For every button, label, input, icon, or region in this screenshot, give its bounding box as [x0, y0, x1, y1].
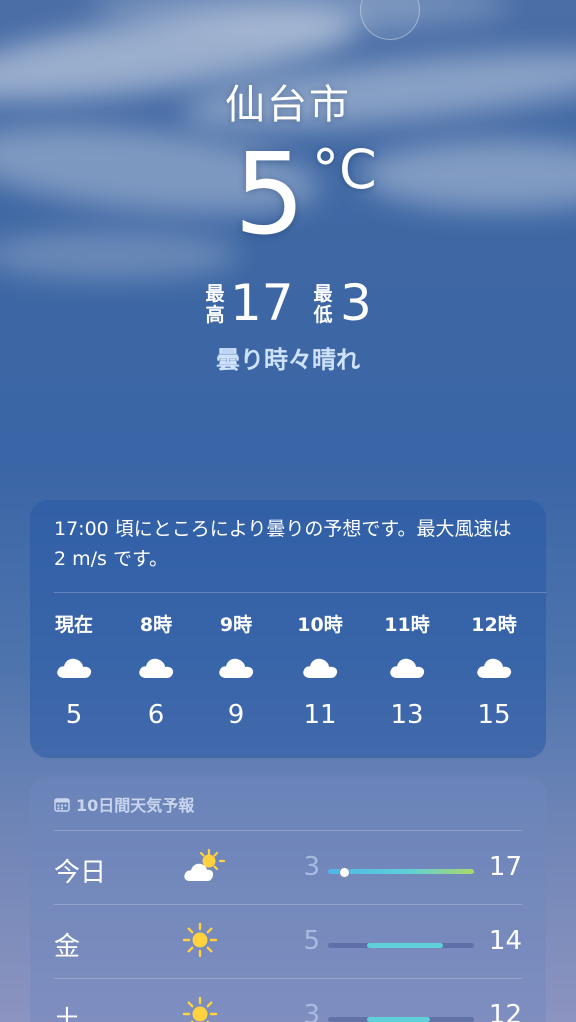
temperature-range-bar [328, 1017, 474, 1022]
forecast-summary: 17:00 頃にところにより曇りの予想です。最大風速は 2 m/s です。 [54, 518, 512, 570]
current-temperature: 5 [234, 130, 306, 260]
calendar-icon [54, 797, 70, 816]
divider [54, 592, 546, 593]
day-low-temperature: 3 [303, 852, 320, 882]
cloud-icon [280, 654, 360, 688]
low-label: 最低 [313, 283, 333, 326]
hourly-time-label: 現在 [54, 614, 93, 636]
day-name: 金 [54, 932, 81, 962]
hourly-time-label: 9時 [219, 614, 253, 636]
weather-condition: 曇り時々晴れ [216, 346, 360, 374]
day-low-temperature: 5 [303, 926, 320, 956]
hourly-temperature: 5 [65, 700, 83, 730]
hourly-temperature: 9 [227, 700, 245, 730]
daily-row[interactable]: 土 3 12 [30, 978, 546, 1022]
current-weather-header: 仙台市 [0, 72, 576, 130]
day-low-temperature: 3 [303, 1000, 320, 1022]
day-high-temperature: 12 [488, 1000, 522, 1022]
temperature-range-bar [328, 943, 474, 948]
day-name: 土 [54, 1006, 81, 1022]
cloud-icon [116, 654, 196, 688]
sun-icon [182, 922, 224, 960]
hourly-time-label: 11時 [384, 614, 430, 636]
temperature-range-bar [328, 867, 474, 878]
day-high-temperature: 17 [488, 852, 522, 882]
current-temperature-block: 5 °C [0, 130, 576, 270]
low-value: 3 [340, 274, 372, 332]
hourly-temperature: 6 [147, 700, 165, 730]
hourly-item: 現在 5 [34, 610, 114, 730]
city-name: 仙台市 [225, 82, 351, 128]
hourly-temperature: 13 [390, 700, 424, 730]
temperature-range-fill [367, 943, 444, 948]
hourly-time-label: 8時 [139, 614, 173, 636]
temperature-range-fill [328, 869, 474, 874]
hourly-item: 11時 13 [367, 610, 447, 730]
temperature-unit: °C [312, 138, 377, 201]
hourly-temperature: 15 [477, 700, 511, 730]
daily-forecast-card[interactable]: 10日間天気予報 今日 3 17 金 5 14 土 3 12 [30, 776, 546, 1022]
hourly-item: 9時 9 [196, 610, 276, 730]
hourly-item: 10時 11 [280, 610, 360, 730]
hourly-item: 8時 6 [116, 610, 196, 730]
day-name: 今日 [54, 858, 107, 888]
sun-icon [182, 996, 224, 1022]
hourly-time-label: 12時 [471, 614, 517, 636]
temperature-range-fill [367, 1017, 431, 1022]
hourly-temperature: 11 [303, 700, 337, 730]
hourly-item: 12時 15 [454, 610, 534, 730]
daily-title-text: 10日間天気予報 [76, 796, 195, 815]
high-value: 17 [230, 274, 294, 332]
hourly-forecast-card[interactable]: 17:00 頃にところにより曇りの予想です。最大風速は 2 m/s です。 現在… [30, 500, 546, 758]
high-low-temperature: 最高 17 最低 3 [0, 276, 576, 332]
moon-icon [360, 0, 420, 40]
hourly-time-label: 10時 [297, 614, 343, 636]
partly-cloudy-icon [182, 848, 226, 886]
day-high-temperature: 14 [488, 926, 522, 956]
daily-row[interactable]: 金 5 14 [30, 904, 546, 978]
daily-row[interactable]: 今日 3 17 [30, 830, 546, 904]
cloud-icon [454, 654, 534, 688]
cloud-icon [196, 654, 276, 688]
cloud-icon [34, 654, 114, 688]
current-temperature-dot [338, 867, 350, 878]
daily-forecast-title: 10日間天気予報 [54, 792, 194, 816]
high-label: 最高 [205, 283, 225, 326]
cloud-icon [367, 654, 447, 688]
